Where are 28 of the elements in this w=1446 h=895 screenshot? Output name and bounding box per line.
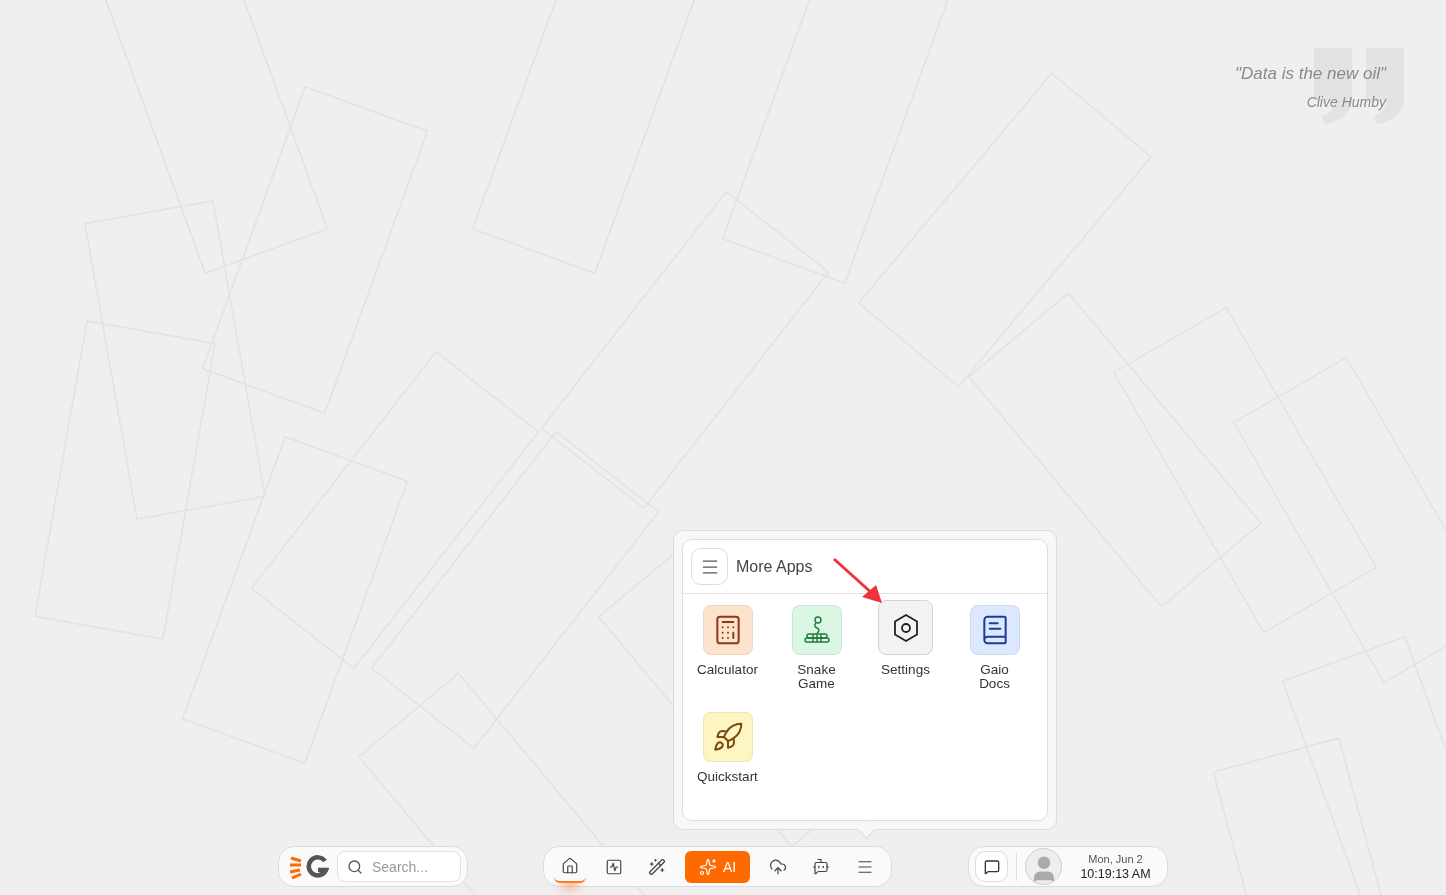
- rocket-icon: [711, 721, 744, 753]
- activity-chart-icon: [604, 857, 623, 876]
- magic-wand-icon: [648, 857, 667, 876]
- menu-button[interactable]: [691, 548, 728, 585]
- app-launcher[interactable]: Quickstart: [683, 707, 772, 784]
- chat-button[interactable]: [975, 851, 1008, 882]
- date-text: Mon, Jun 2: [1088, 852, 1143, 865]
- app-label: Calculator: [697, 663, 758, 677]
- app-launcher[interactable]: Snake Game: [772, 600, 861, 691]
- search-field[interactable]: Search...: [337, 851, 461, 882]
- robot-icon: [812, 857, 831, 876]
- app-label: Quickstart: [697, 770, 758, 784]
- quote-author: Clive Humby: [1306, 94, 1386, 110]
- popup-title: More Apps: [736, 557, 813, 576]
- time-text: 10:19:13 AM: [1080, 866, 1151, 881]
- app-label: Gaio Docs: [979, 663, 1010, 691]
- app-launcher[interactable]: Gaio Docs: [950, 600, 1039, 691]
- app-launcher[interactable]: Calculator: [683, 600, 772, 691]
- logo-icon: [289, 854, 329, 879]
- app-label: Snake Game: [797, 663, 836, 691]
- app-launcher[interactable]: Settings: [861, 600, 950, 691]
- search-icon: [347, 859, 363, 875]
- app-label: Settings: [881, 663, 930, 677]
- cloud-upload-icon: [768, 857, 787, 876]
- quote-text: "Data is the new oil": [1235, 64, 1386, 84]
- chat-icon: [983, 858, 1000, 875]
- home-icon: [561, 856, 579, 875]
- sparkles-icon: [698, 857, 717, 876]
